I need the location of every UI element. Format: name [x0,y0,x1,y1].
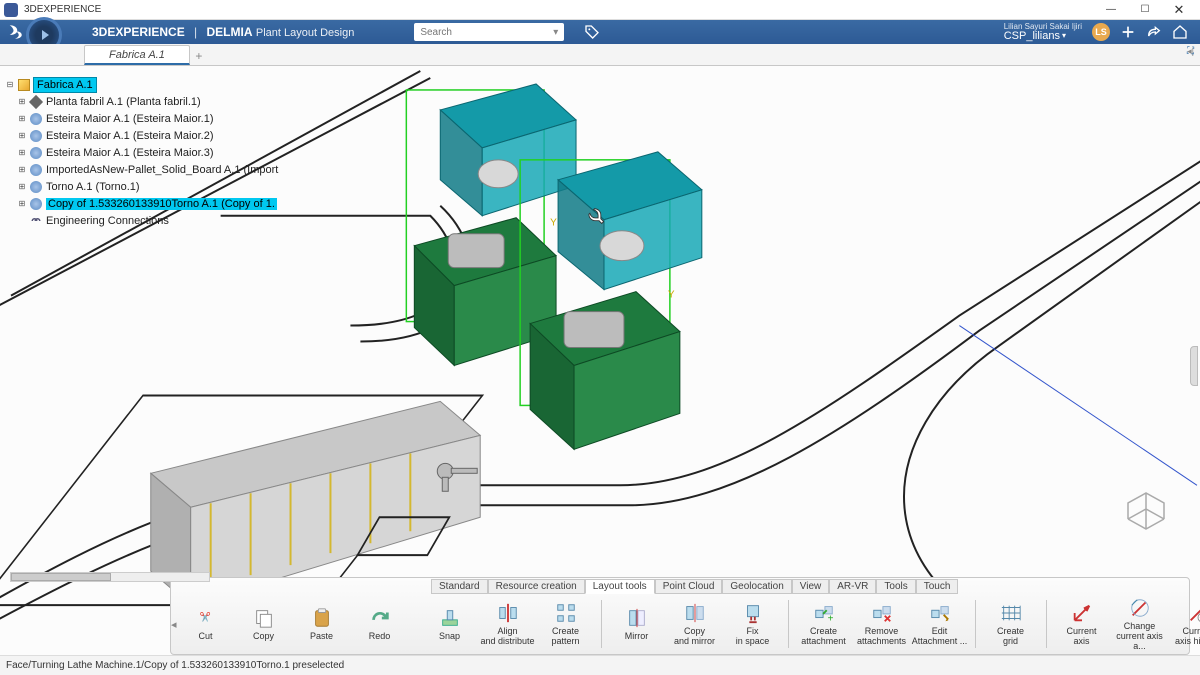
avatar[interactable]: LS [1092,23,1110,41]
ribbon-tab-view[interactable]: View [792,579,830,594]
tree-item[interactable]: ⊞Esteira Maior A.1 (Esteira Maior.3) [4,144,294,161]
tool-icon [1070,601,1094,625]
resource-icon [30,164,42,176]
os-titlebar: 3DEXPERIENCE — ☐ ✕ [0,0,1200,20]
svg-text:Y: Y [668,290,675,301]
add-icon[interactable] [1120,24,1136,40]
status-bar: Face/Turning Lathe Machine.1/Copy of 1.5… [0,655,1200,675]
paste-button[interactable]: Paste [293,594,351,654]
tab-fabrica[interactable]: Fabrica A.1 [84,45,190,65]
tree-hscrollbar[interactable] [10,572,210,582]
tool-icon [625,606,649,630]
document-tabstrip: Fabrica A.1 + ◂| [0,44,1200,66]
tool-icon [1128,596,1152,620]
share-icon[interactable] [1146,24,1162,40]
tree-item[interactable]: ⊞Planta fabril A.1 (Planta fabril.1) [4,93,294,110]
tool-create[interactable]: Create grid [982,594,1040,654]
tool-copy[interactable]: Copy and mirror [666,594,724,654]
redo-button[interactable]: Redo [351,594,409,654]
tool-icon [554,601,578,625]
ribbon-tabs: Standard Resource creation Layout tools … [171,578,1189,594]
user-role: CSP_lilians [1004,31,1082,42]
resource-icon [30,198,42,210]
tool-align[interactable]: Align and distribute [479,594,537,654]
tool-icon [999,601,1023,625]
tool-edit[interactable]: Edit Attachment ... [911,594,969,654]
minimize-button[interactable]: — [1094,0,1128,20]
view-compass-icon[interactable] [1122,487,1170,535]
resource-icon [30,130,42,142]
app-header: 3DEXPERIENCE | DELMIA Plant Layout Desig… [0,20,1200,44]
tree-root[interactable]: ⊟ Fabrica A.1 [4,76,294,93]
tool-icon [1186,601,1200,625]
redo-icon [368,606,392,630]
search-box[interactable]: ▾ [414,23,564,41]
connections-icon [30,215,42,227]
tree-item[interactable]: ⊞Torno A.1 (Torno.1) [4,178,294,195]
user-fullname: Lilian Sayuri Sakai Ijiri [1004,23,1082,31]
close-button[interactable]: ✕ [1162,0,1196,20]
tool-create[interactable]: Create pattern [537,594,595,654]
window-title: 3DEXPERIENCE [24,4,1094,15]
tool-snap[interactable]: Snap [421,594,479,654]
tool-change[interactable]: Change current axis a... [1111,594,1169,654]
tool-fix[interactable]: Fix in space [724,594,782,654]
home-icon[interactable] [1172,24,1188,40]
restore-viewport-icon[interactable]: ⛶ [1187,46,1194,57]
tool-current[interactable]: Current axis [1053,594,1111,654]
tree-item-selected[interactable]: ⊞Copy of 1.533260133910Torno A.1 (Copy o… [4,195,294,212]
svg-text:+: + [827,613,833,624]
right-panel-handle[interactable] [1190,346,1198,386]
tag-icon[interactable] [584,24,600,40]
brand-text: 3DEXPERIENCE | DELMIA Plant Layout Desig… [92,25,354,39]
tree-item[interactable]: ⊞Esteira Maior A.1 (Esteira Maior.2) [4,127,294,144]
product-icon [18,79,30,91]
tool-icon [870,601,894,625]
ribbon-tab-resource[interactable]: Resource creation [488,579,585,594]
action-ribbon: Standard Resource creation Layout tools … [170,577,1190,655]
tool-mirror[interactable]: Mirror [608,594,666,654]
tool-icon [928,601,952,625]
ds-logo-icon [6,23,24,41]
ribbon-tab-layout[interactable]: Layout tools [585,579,655,594]
ribbon-tab-touch[interactable]: Touch [916,579,959,594]
ribbon-tab-geolocation[interactable]: Geolocation [722,579,791,594]
maximize-button[interactable]: ☐ [1128,0,1162,20]
tool-icon [496,601,520,625]
ribbon-tab-standard[interactable]: Standard [431,579,488,594]
cursor-icon [588,206,610,228]
tool-icon [438,606,462,630]
ribbon-tab-arvr[interactable]: AR-VR [829,579,876,594]
add-tab-button[interactable]: + [190,49,208,65]
copy-button[interactable]: Copy [235,594,293,654]
user-block[interactable]: Lilian Sayuri Sakai Ijiri CSP_lilians [1004,23,1082,42]
search-input[interactable] [420,27,553,38]
model-tree[interactable]: ⊟ Fabrica A.1 ⊞Planta fabril A.1 (Planta… [4,76,294,229]
resource-icon [30,147,42,159]
svg-text:Y: Y [550,218,557,229]
tree-item[interactable]: ⊞ImportedAsNew-Pallet_Solid_Board A.1 (I… [4,161,294,178]
paste-icon [310,606,334,630]
part-icon [29,94,43,108]
tree-item[interactable]: ·Engineering Connections [4,212,294,229]
ribbon-tab-pointcloud[interactable]: Point Cloud [655,579,723,594]
app-icon [4,3,18,17]
cut-icon: ✂️ [194,606,218,630]
resource-icon [30,181,42,193]
tool-current[interactable]: Current axis history [1169,594,1200,654]
tool-icon: + [812,601,836,625]
tool-create[interactable]: +Create attachment [795,594,853,654]
copy-icon [252,606,276,630]
search-icon[interactable]: ▾ [553,27,558,38]
main-area: Y Y ⊟ Fabrica A.1 [0,66,1200,655]
tool-icon [741,601,765,625]
tree-item[interactable]: ⊞Esteira Maior A.1 (Esteira Maior.1) [4,110,294,127]
status-text: Face/Turning Lathe Machine.1/Copy of 1.5… [6,660,344,671]
cut-button[interactable]: ✂️Cut [177,594,235,654]
tool-icon [683,601,707,625]
resource-icon [30,113,42,125]
tool-remove[interactable]: Remove attachments [853,594,911,654]
ribbon-tab-tools[interactable]: Tools [876,579,915,594]
